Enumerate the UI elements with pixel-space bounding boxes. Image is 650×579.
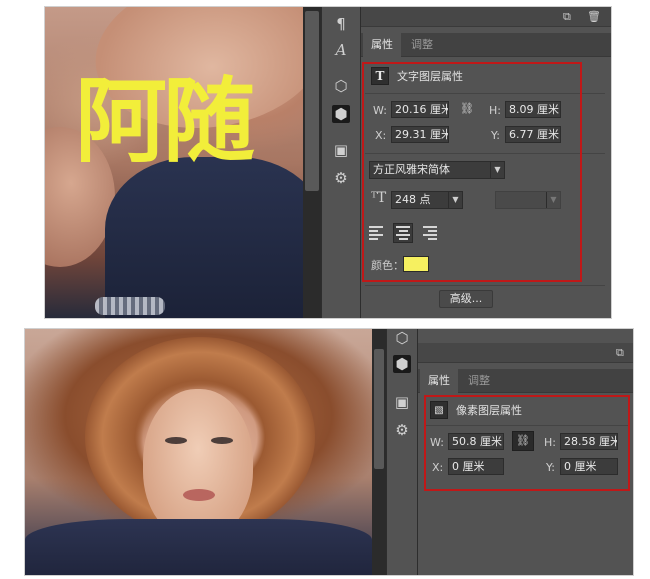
3d-cube-selected-icon[interactable]: ⬢ [322, 101, 360, 127]
canvas-photo: 阿随 [45, 7, 303, 318]
panel-toolstrip: ¶ A ⬡ ⬢ ▣ ⚙ [321, 7, 361, 318]
highlight-box [362, 62, 582, 282]
image-icon[interactable]: ▣ [387, 389, 417, 415]
properties-panel: ⧉ 🗑 属性 调整 T 文字图层属性 W: 20.16 厘米 ⛓ H: 8.09… [361, 7, 611, 318]
character-icon[interactable]: A [322, 37, 360, 63]
adjust-icon[interactable]: ⚙ [322, 165, 360, 191]
3d-cube-icon[interactable]: ⬡ [322, 73, 360, 99]
paragraph-icon[interactable]: ¶ [322, 11, 360, 37]
tab-properties[interactable]: 属性 [420, 369, 458, 393]
canvas-photo [25, 329, 372, 575]
canvas-scrollbar[interactable] [372, 329, 386, 575]
3d-cube-icon[interactable]: ⬡ [387, 329, 417, 351]
new-layer-icon[interactable]: ⧉ [616, 346, 624, 360]
advanced-button[interactable]: 高级... [439, 290, 493, 308]
canvas-scrollbar[interactable] [303, 7, 321, 318]
properties-panel: ⧉ 属性 调整 ▧ 像素图层属性 W: 50.8 厘米 ⛓ H: 28.58 厘… [418, 329, 633, 575]
tab-properties[interactable]: 属性 [363, 33, 401, 57]
text-layer-screenshot: 阿随 ¶ A ⬡ ⬢ ▣ ⚙ ⧉ 🗑 属性 调整 T 文字图层属性 W: 20.… [44, 6, 612, 319]
trash-icon[interactable]: 🗑 [587, 10, 601, 23]
3d-cube-selected-icon[interactable]: ⬢ [387, 351, 417, 377]
panel-toolstrip: ⬡ ⬢ ▣ ⚙ [386, 329, 418, 575]
tab-adjustments[interactable]: 调整 [460, 369, 498, 393]
canvas-text-layer[interactable]: 阿随 [75, 75, 255, 167]
new-layer-icon[interactable]: ⧉ [563, 10, 571, 24]
panel-tabs: 属性 调整 [361, 33, 611, 57]
tab-adjustments[interactable]: 调整 [403, 33, 441, 57]
image-icon[interactable]: ▣ [322, 137, 360, 163]
panel-tabs: 属性 调整 [418, 369, 633, 393]
adjust-icon[interactable]: ⚙ [387, 417, 417, 443]
pixel-layer-screenshot: ⬡ ⬢ ▣ ⚙ ⧉ 属性 调整 ▧ 像素图层属性 W: 50.8 厘米 ⛓ H:… [24, 328, 634, 576]
highlight-box [424, 395, 630, 491]
